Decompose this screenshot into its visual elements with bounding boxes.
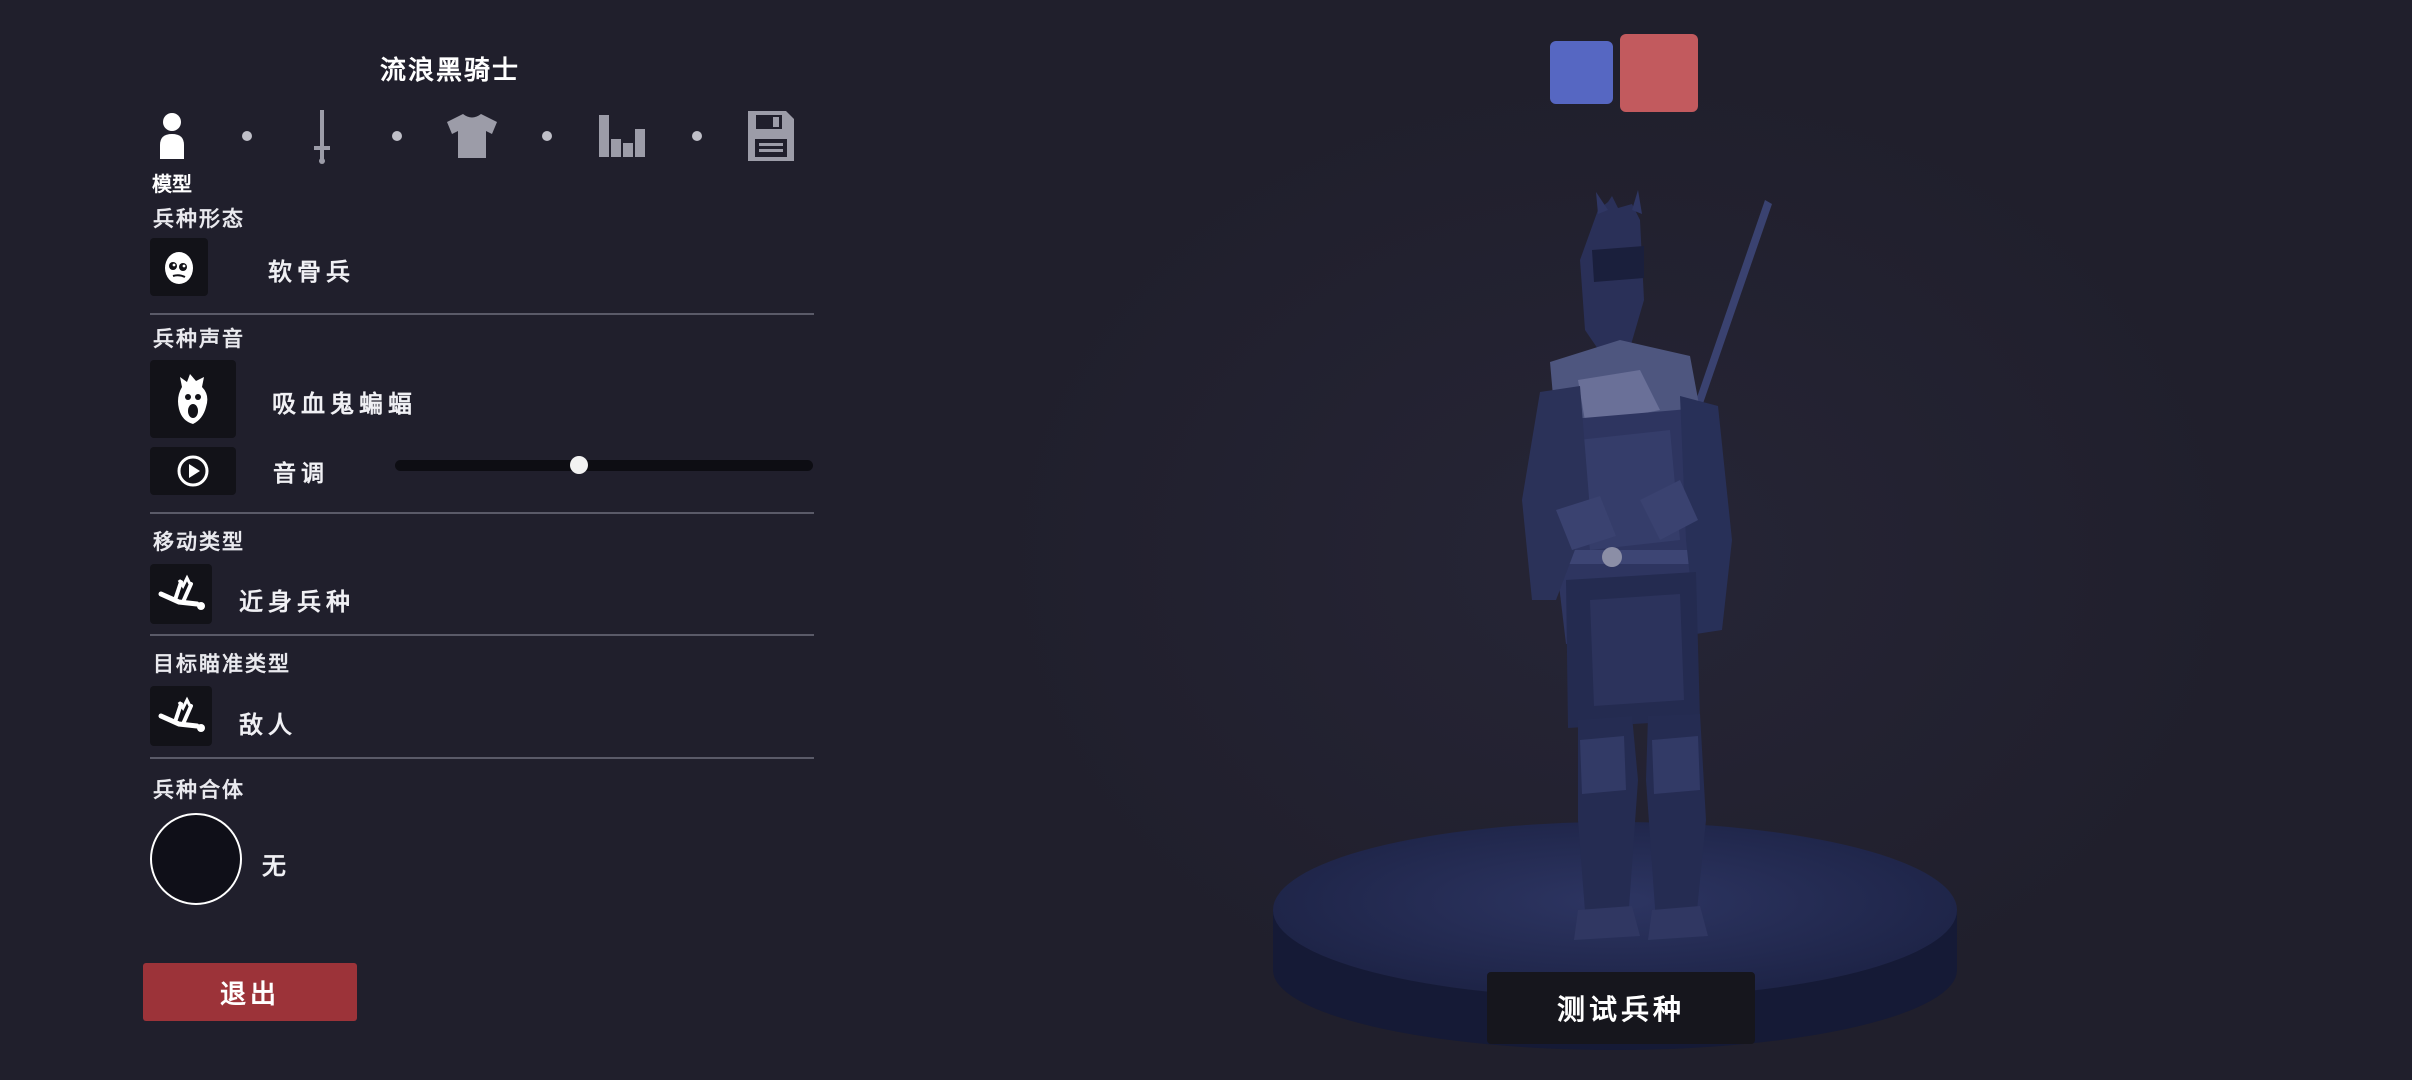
movement-section-label: 移动类型 bbox=[153, 530, 245, 554]
targeting-selector-button[interactable] bbox=[150, 686, 212, 746]
screaming-head-icon bbox=[178, 374, 208, 424]
step-active-label: 模型 bbox=[152, 172, 192, 196]
movement-selector-button[interactable] bbox=[150, 564, 212, 624]
step-stats-tab[interactable] bbox=[596, 108, 648, 164]
pitch-slider-handle[interactable] bbox=[569, 456, 588, 474]
sword-icon bbox=[314, 110, 330, 164]
unit-editor-screen: 流浪黑骑士 模型 兵种形态 软骨兵 兵种声音 吸血鬼蝙蝠 音调 移动类型 近身兵… bbox=[0, 0, 2412, 1080]
movement-value: 近身兵种 bbox=[239, 588, 355, 616]
step-separator-dot bbox=[692, 131, 702, 141]
pitch-slider[interactable] bbox=[395, 460, 813, 471]
melee-unit-icon bbox=[158, 574, 205, 610]
voice-value: 吸血鬼蝙蝠 bbox=[272, 390, 417, 418]
shirt-icon bbox=[447, 114, 497, 158]
merge-section-label: 兵种合体 bbox=[153, 778, 245, 802]
section-divider bbox=[150, 634, 814, 636]
save-icon bbox=[748, 111, 794, 161]
unit-name-title: 流浪黑骑士 bbox=[379, 56, 520, 86]
step-separator-dot bbox=[542, 131, 552, 141]
merge-selector-button[interactable] bbox=[150, 813, 242, 905]
section-divider bbox=[150, 757, 814, 759]
stats-icon bbox=[599, 115, 645, 157]
targeting-value: 敌人 bbox=[239, 711, 297, 739]
team-blue-button[interactable] bbox=[1550, 41, 1613, 104]
section-divider bbox=[150, 512, 814, 514]
form-selector-button[interactable] bbox=[150, 238, 208, 296]
form-value: 软骨兵 bbox=[268, 258, 355, 286]
voice-selector-button[interactable] bbox=[150, 360, 236, 438]
pitch-label: 音调 bbox=[273, 461, 329, 487]
step-clothing-tab[interactable] bbox=[446, 108, 498, 164]
step-separator-dot bbox=[242, 131, 252, 141]
merge-value: 无 bbox=[262, 852, 291, 880]
form-section-label: 兵种形态 bbox=[153, 207, 245, 231]
step-separator-dot bbox=[392, 131, 402, 141]
step-weapon-tab[interactable] bbox=[302, 108, 342, 164]
team-red-button[interactable] bbox=[1620, 34, 1698, 112]
play-voice-button[interactable] bbox=[150, 447, 236, 495]
play-icon bbox=[177, 455, 209, 487]
section-divider bbox=[150, 313, 814, 315]
targeting-section-label: 目标瞄准类型 bbox=[153, 652, 291, 676]
unit-preview-model bbox=[1273, 190, 1957, 1050]
target-enemy-icon bbox=[158, 696, 205, 732]
step-model-tab[interactable] bbox=[152, 108, 192, 164]
exit-button[interactable]: 退出 bbox=[143, 963, 357, 1021]
ragdoll-face-icon bbox=[165, 252, 193, 284]
test-unit-button[interactable]: 测试兵种 bbox=[1487, 972, 1755, 1044]
person-icon bbox=[160, 113, 184, 159]
step-save-tab[interactable] bbox=[745, 108, 797, 164]
voice-section-label: 兵种声音 bbox=[153, 327, 245, 351]
